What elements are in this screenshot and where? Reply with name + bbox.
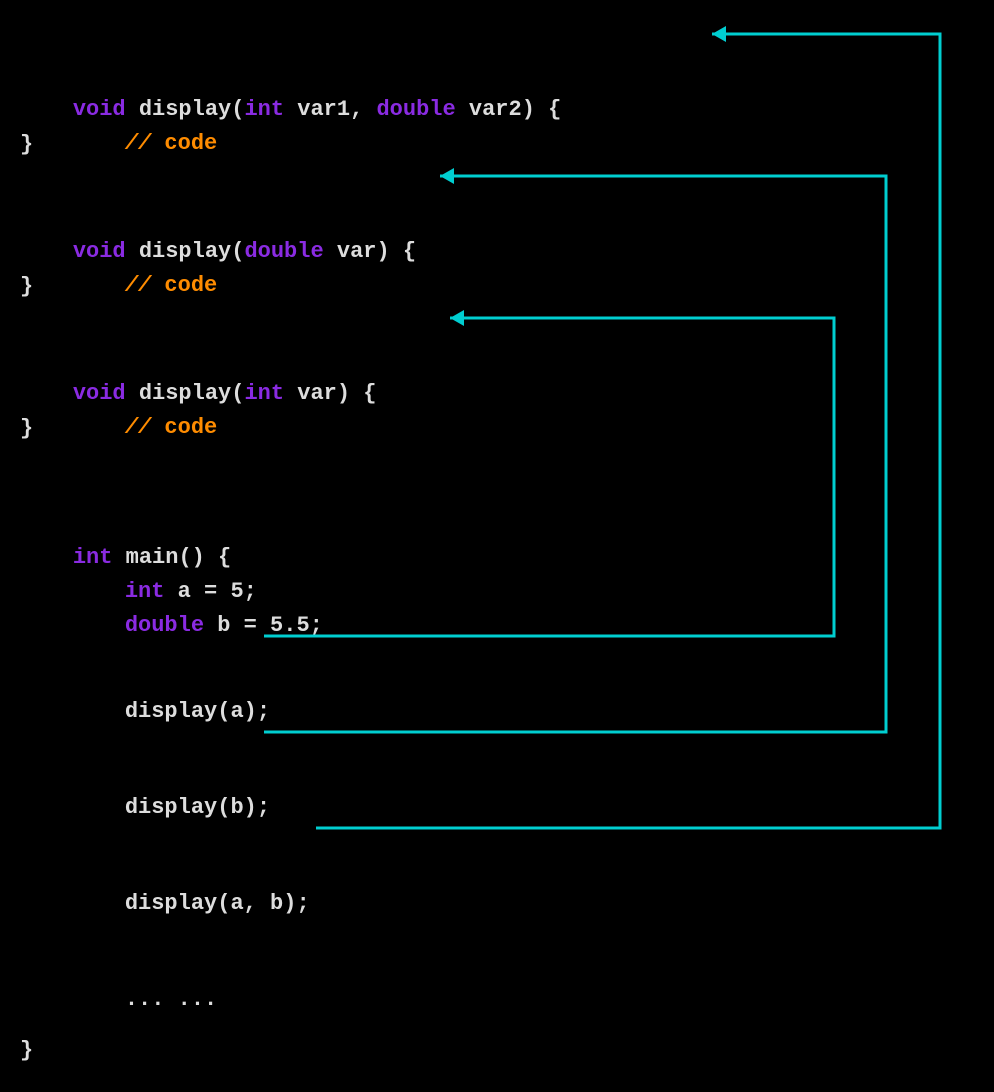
- fn-body-comment: // code: [72, 94, 217, 193]
- call-display-int: display(a);: [72, 662, 270, 761]
- call-display-int-double: display(a, b);: [72, 854, 310, 953]
- main-decl: double b = 5.5;: [72, 576, 323, 675]
- call-display-double: display(b);: [72, 758, 270, 857]
- fn-body-comment: // code: [72, 236, 217, 335]
- fn-body-comment: // code: [72, 378, 217, 477]
- main-close: }: [20, 1034, 33, 1067]
- fn-close: }: [20, 270, 33, 303]
- main-ellipsis: ... ...: [72, 950, 217, 1049]
- fn-close: }: [20, 412, 33, 445]
- fn-close: }: [20, 128, 33, 161]
